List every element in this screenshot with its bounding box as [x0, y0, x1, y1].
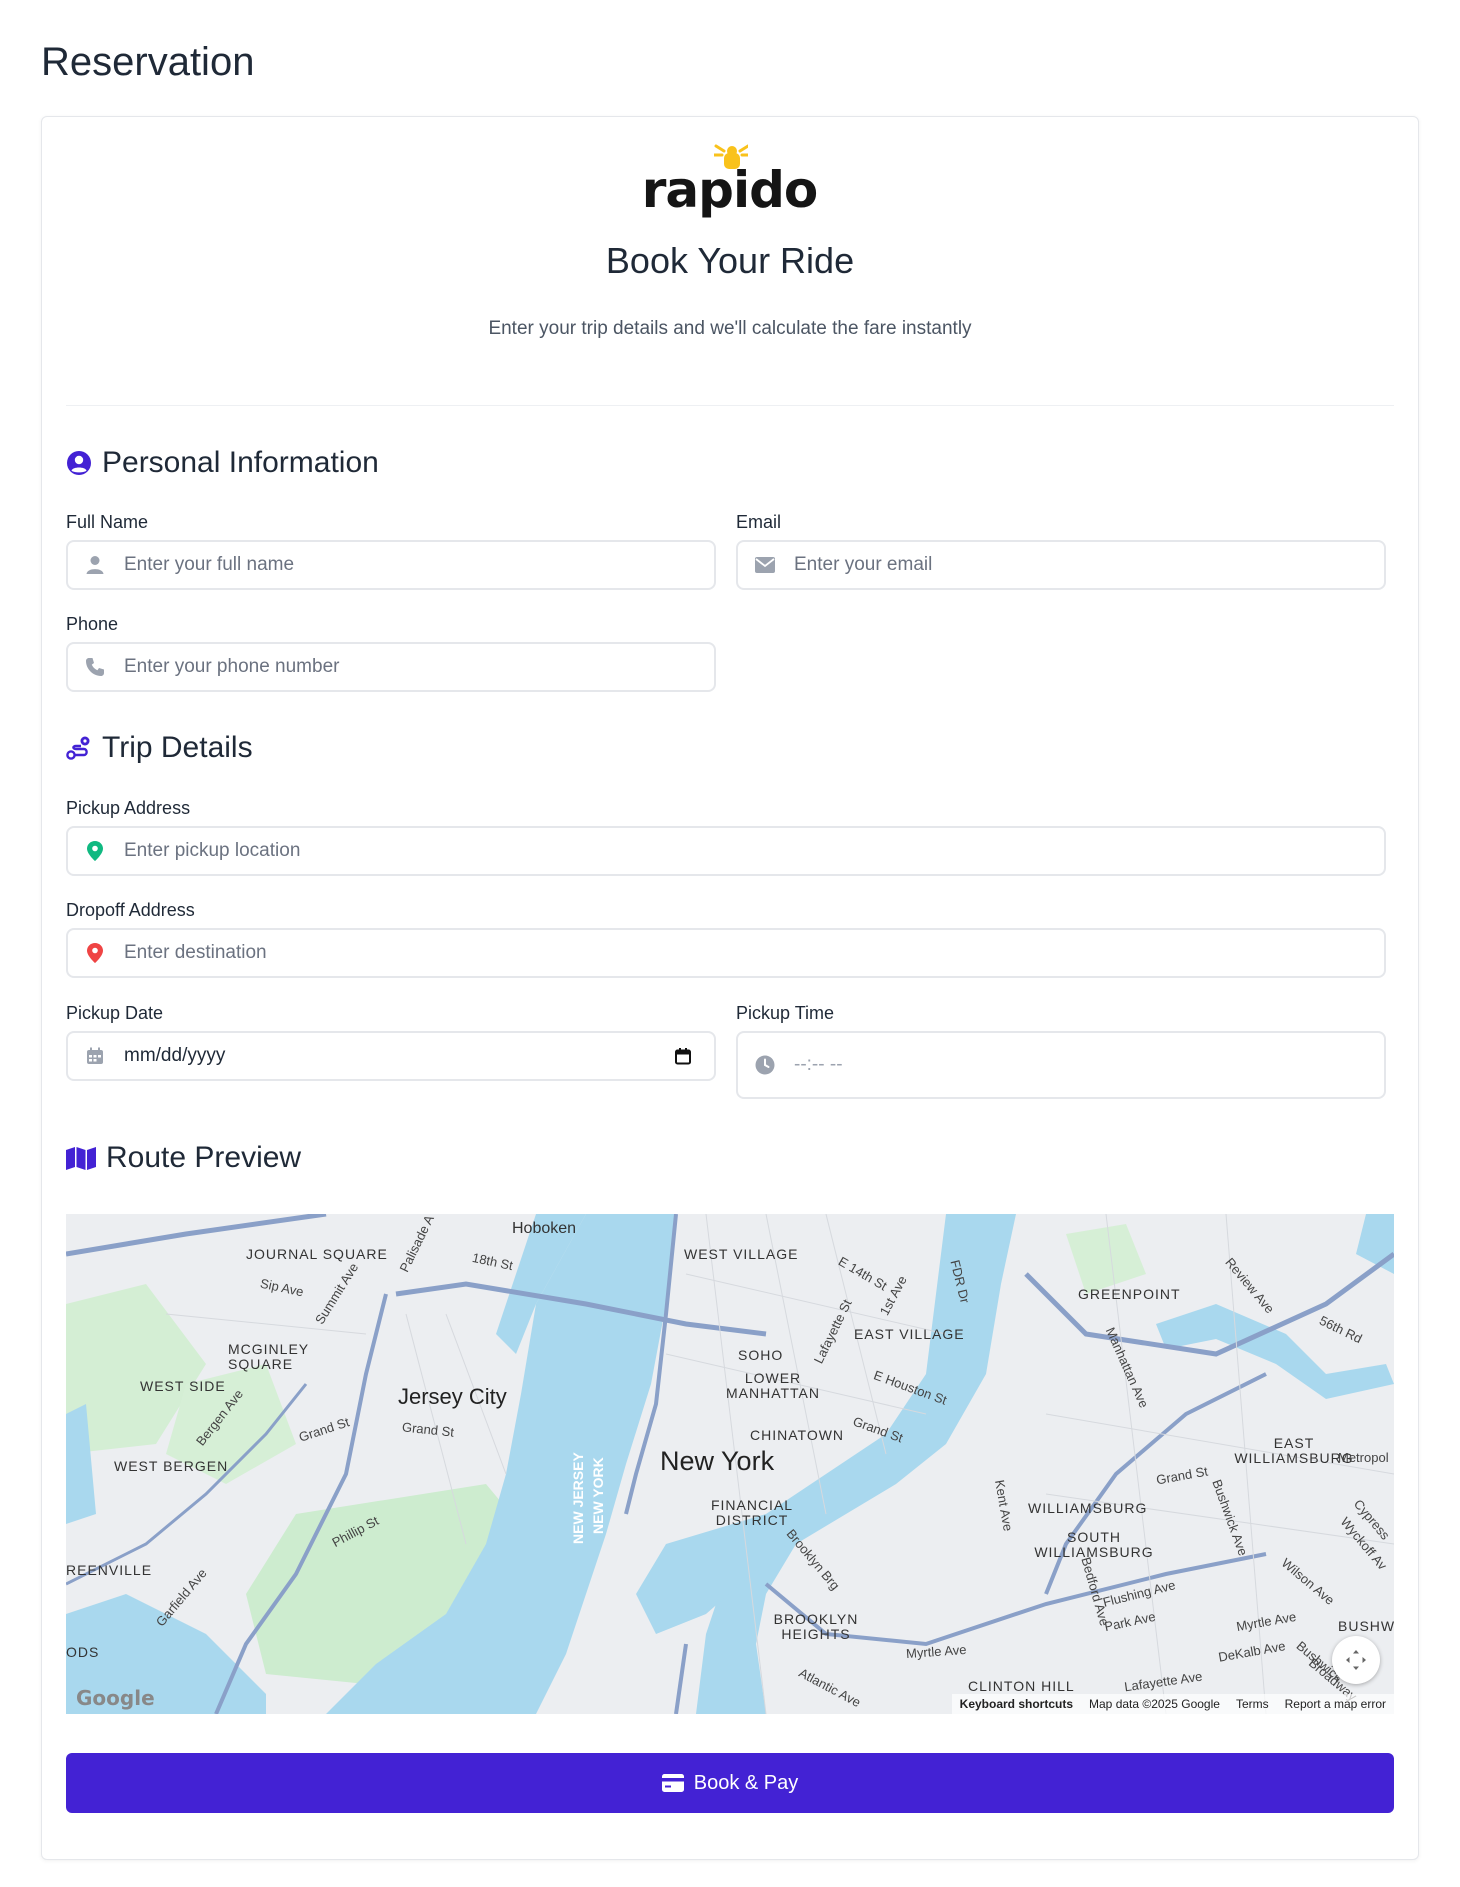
pickup-address-field[interactable] — [66, 826, 1386, 876]
map-footer: Keyboard shortcuts Map data ©2025 Google… — [951, 1694, 1394, 1714]
map-label-journal-square: JOURNAL SQUARE — [246, 1246, 388, 1262]
phone-input[interactable] — [68, 644, 714, 690]
personal-info-title: Personal Information — [102, 446, 379, 479]
rapido-logo: rapido — [622, 143, 837, 219]
book-pay-label: Book & Pay — [693, 1771, 799, 1794]
map-label-greenpoint: GREENPOINT — [1078, 1286, 1181, 1302]
phone-field[interactable] — [66, 642, 716, 692]
credit-card-icon — [661, 1774, 684, 1792]
logo-text: rapido — [641, 161, 818, 219]
map-label-financial-district: FINANCIAL DISTRICT — [710, 1497, 794, 1528]
route-preview-title: Route Preview — [106, 1141, 302, 1174]
full-name-input[interactable] — [68, 542, 714, 588]
full-name-label: Full Name — [66, 512, 149, 532]
personal-info-heading: Personal Information — [66, 446, 379, 480]
map-icon — [66, 1147, 96, 1170]
map-label-williamsburg: WILLIAMSBURG — [1028, 1500, 1148, 1516]
map-label-bushwick: BUSHWI — [1338, 1618, 1394, 1634]
calendar-icon — [84, 1045, 106, 1067]
map-label-greenville: REENVILLE — [66, 1562, 153, 1578]
user-icon — [84, 554, 106, 576]
date-picker-icon[interactable] — [674, 1047, 692, 1065]
trip-details-heading: Trip Details — [66, 731, 253, 765]
envelope-icon — [754, 554, 776, 576]
trip-details-title: Trip Details — [102, 731, 253, 764]
map-label-brooklyn-heights: BROOKLYN HEIGHTS — [773, 1611, 859, 1642]
email-label: Email — [736, 512, 782, 532]
map-fullscreen-button[interactable] — [1332, 1636, 1380, 1684]
pickup-time-field[interactable]: --:-- -- — [736, 1031, 1386, 1099]
map-label-soho: SOHO — [738, 1347, 784, 1363]
map-label-east-village: EAST VILLAGE — [854, 1326, 965, 1342]
map-label-ods: ODS — [66, 1644, 100, 1660]
map-label-south-williamsburg: SOUTH WILLIAMSBURG — [1034, 1529, 1154, 1560]
pin-green-icon — [84, 840, 106, 862]
map-label-mcginley: MCGINLEY SQUARE — [228, 1341, 309, 1372]
route-preview-heading: Route Preview — [66, 1141, 301, 1175]
page-title: Reservation — [41, 40, 255, 84]
hero-subtitle: Enter your trip details and we'll calcul… — [488, 318, 972, 339]
phone-icon — [84, 656, 106, 678]
map-terms-link[interactable]: Terms — [1236, 1697, 1269, 1711]
email-field[interactable] — [736, 540, 1386, 590]
map-label-new-york: New York — [660, 1446, 775, 1476]
clock-icon — [754, 1054, 776, 1076]
fullscreen-icon — [1346, 1650, 1366, 1670]
divider — [66, 405, 1394, 406]
map-label-clinton-hill: CLINTON HILL — [968, 1678, 1075, 1694]
full-name-field[interactable] — [66, 540, 716, 590]
map-label-west-side: WEST SIDE — [140, 1378, 226, 1394]
pickup-date-label: Pickup Date — [66, 1003, 164, 1023]
map-data-attribution: Map data ©2025 Google — [1089, 1697, 1220, 1711]
email-input[interactable] — [738, 542, 1384, 588]
dropoff-address-field[interactable] — [66, 928, 1386, 978]
user-circle-icon — [67, 451, 91, 475]
map-label-west-village: WEST VILLAGE — [684, 1246, 799, 1262]
map-label-nj: NEW JERSEY — [570, 1452, 586, 1544]
book-pay-button[interactable]: Book & Pay — [66, 1753, 1394, 1813]
dropoff-address-input[interactable] — [68, 930, 1384, 976]
pickup-time-label: Pickup Time — [736, 1003, 835, 1023]
map-street: Metropol — [1338, 1450, 1389, 1465]
google-logo: Google — [76, 1686, 155, 1710]
map-report-error-link[interactable]: Report a map error — [1285, 1697, 1386, 1711]
map-label-west-bergen: WEST BERGEN — [114, 1458, 229, 1474]
route-icon — [66, 736, 90, 760]
map-keyboard-shortcuts-link[interactable]: Keyboard shortcuts — [960, 1697, 1073, 1711]
map-label-ny: NEW YORK — [590, 1457, 606, 1534]
map-label-jersey-city: Jersey City — [398, 1384, 507, 1409]
pickup-date-field[interactable]: mm/dd/yyyy — [66, 1031, 716, 1081]
map-label-lower-manhattan: LOWER MANHATTAN — [725, 1370, 821, 1401]
phone-label: Phone — [66, 614, 119, 634]
map-label-hoboken: Hoboken — [512, 1220, 577, 1237]
pickup-address-input[interactable] — [68, 828, 1384, 874]
dropoff-address-label: Dropoff Address — [66, 900, 195, 920]
route-map[interactable]: Hoboken JOURNAL SQUARE WEST VILLAGE GREE… — [66, 1214, 1394, 1714]
hero-title: Book Your Ride — [605, 240, 855, 281]
pickup-address-label: Pickup Address — [66, 798, 191, 818]
map-label-chinatown: CHINATOWN — [750, 1427, 845, 1443]
pin-red-icon — [84, 942, 106, 964]
